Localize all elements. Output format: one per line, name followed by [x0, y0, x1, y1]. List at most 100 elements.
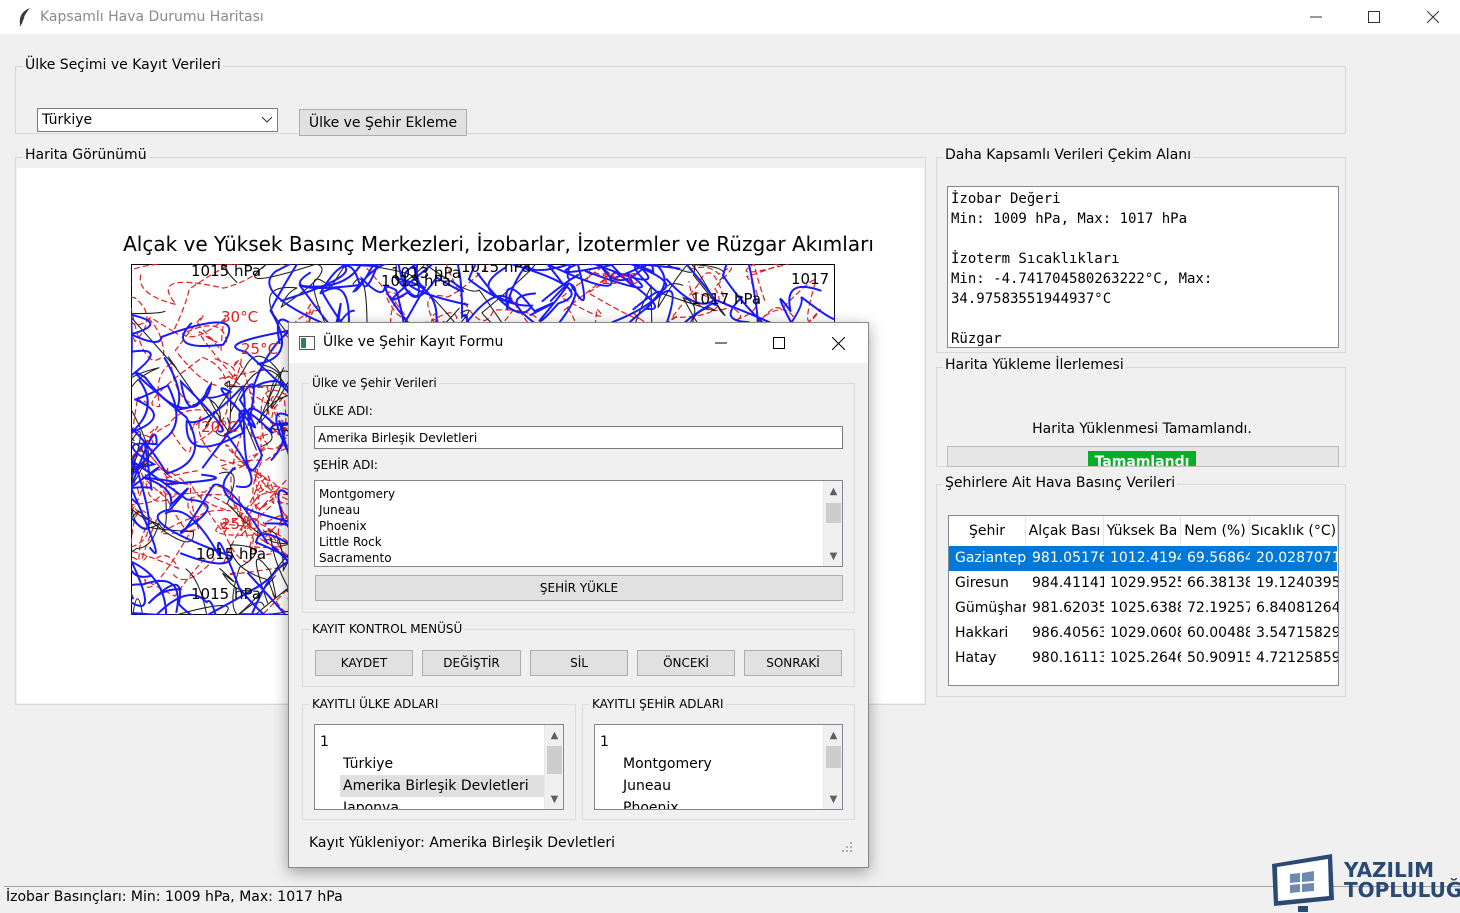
table-cell: Hatay — [955, 650, 997, 666]
resize-grip-icon[interactable] — [841, 841, 853, 853]
country-name-label: ÜLKE ADI: — [313, 404, 373, 418]
close-icon — [831, 336, 845, 350]
list-item[interactable]: Montgomery — [319, 486, 395, 502]
scroll-thumb[interactable] — [547, 746, 562, 774]
progress-status: Harita Yüklenmesi Tamamlandı. — [1032, 421, 1252, 437]
column-header[interactable]: Yüksek Ba — [1104, 516, 1181, 546]
table-row[interactable]: Gümüşhar 981.62035 1025.6388 72.19257 6.8408… — [949, 596, 1338, 621]
column-header[interactable]: Sıcaklık (°C) — [1250, 516, 1338, 546]
table-cell: 984.41141 — [1032, 575, 1104, 591]
scroll-down-icon[interactable]: ▼ — [545, 791, 563, 807]
list-item[interactable]: Juneau — [319, 502, 395, 518]
data-line: İzoterm Sıcaklıkları — [951, 251, 1120, 267]
status-bar-text: İzobar Basınçları: Min: 1009 hPa, Max: 1… — [6, 889, 343, 905]
scroll-thumb[interactable] — [826, 503, 841, 523]
registration-dialog: Ülke ve Şehir Kayıt Formu Ülke ve Şehir … — [288, 322, 869, 868]
saved-countries-scrollbar[interactable]: ▲ ▼ — [544, 725, 563, 809]
add-country-city-button[interactable]: Ülke ve Şehir Ekleme — [299, 109, 467, 136]
dialog-data-frame-label: Ülke ve Şehir Verileri — [310, 376, 439, 390]
status-bar-divider — [4, 886, 1460, 887]
country-name-input[interactable]: Amerika Birleşik Devletleri — [314, 426, 843, 449]
dialog-close-button[interactable] — [818, 331, 858, 355]
pressure-frame-label: Şehirlere Ait Hava Basınç Verileri — [943, 475, 1178, 491]
scroll-down-icon[interactable]: ▼ — [824, 548, 842, 564]
list-item[interactable]: Little Rock — [319, 534, 395, 550]
dialog-title-bar: Ülke ve Şehir Kayıt Formu — [289, 323, 868, 363]
scroll-down-icon[interactable]: ▼ — [824, 791, 842, 807]
maximize-icon — [1368, 11, 1380, 23]
close-button[interactable] — [1410, 4, 1456, 30]
list-item[interactable]: Juneau — [595, 775, 825, 797]
progress-bar-text: Tamamlandı — [1094, 454, 1190, 467]
dialog-title: Ülke ve Şehir Kayıt Formu — [323, 334, 504, 350]
city-listbox-scrollbar[interactable]: ▲ ▼ — [823, 481, 842, 566]
table-row[interactable]: Gaziantep 981.05176 1012.4194 69.56864 20.02… — [949, 546, 1338, 571]
dialog-maximize-button[interactable] — [759, 331, 799, 355]
load-city-button[interactable]: ŞEHİR YÜKLE — [315, 575, 843, 601]
next-button[interactable]: SONRAKİ — [744, 650, 842, 676]
table-cell: 50.90915 — [1187, 650, 1250, 666]
map-annotation: 1015 hPa — [461, 264, 531, 276]
table-cell: 3.547158297 — [1256, 625, 1338, 641]
scroll-up-icon[interactable]: ▲ — [824, 727, 842, 743]
window-icon — [299, 336, 315, 350]
table-cell: 20.02870719 — [1256, 550, 1338, 566]
country-select[interactable]: Türkiye — [37, 108, 278, 132]
table-row[interactable]: Giresun 984.41141 1029.9525 66.38138 19.1240… — [949, 571, 1338, 596]
map-frame-label: Harita Görünümü — [23, 147, 149, 163]
map-annotation: 20°C — [201, 418, 238, 436]
list-item[interactable]: 1 — [595, 731, 825, 753]
table-cell: 1029.0608 — [1110, 625, 1181, 641]
table-cell: 72.19257 — [1187, 600, 1250, 616]
table-cell: 1025.2646 — [1110, 650, 1181, 666]
pressure-table[interactable]: Şehir Alçak Bası Yüksek Ba Nem (%) Sıcaklık … — [948, 515, 1339, 686]
progress-frame-label: Harita Yükleme İlerlemesi — [943, 357, 1126, 373]
minimize-icon — [1310, 16, 1322, 18]
dialog-minimize-button[interactable] — [701, 331, 741, 355]
saved-cities-label: KAYITLI ŞEHİR ADLARI — [590, 697, 726, 711]
scroll-up-icon[interactable]: ▲ — [824, 483, 842, 499]
maximize-button[interactable] — [1351, 4, 1397, 30]
list-item[interactable]: Montgomery — [595, 753, 825, 775]
city-listbox[interactable]: Montgomery Juneau Phoenix Little Rock Sacram… — [314, 480, 843, 567]
list-item[interactable]: Sacramento — [319, 550, 395, 566]
previous-button[interactable]: ÖNCEKİ — [637, 650, 735, 676]
change-button[interactable]: DEĞİŞTİR — [422, 650, 521, 676]
delete-button[interactable]: SİL — [530, 650, 628, 676]
minimize-button[interactable] — [1293, 4, 1339, 30]
scroll-up-icon[interactable]: ▲ — [545, 727, 563, 743]
list-item[interactable]: Japonya — [315, 797, 546, 809]
map-annotation: 15°C — [601, 270, 638, 288]
watermark-line2: TOPLULUĞU — [1344, 878, 1460, 902]
saved-cities-listbox[interactable]: 1 Montgomery Juneau Phoenix ▲ ▼ — [594, 724, 843, 810]
map-annotation: 1017 — [791, 270, 829, 288]
table-cell: 986.40563 — [1032, 625, 1104, 641]
data-line: Rüzgar — [951, 331, 1002, 347]
table-row[interactable]: Hakkari 986.40563 1029.0608 60.00488 3.54715… — [949, 621, 1338, 646]
save-button[interactable]: KAYDET — [315, 650, 413, 676]
close-icon — [1427, 11, 1439, 23]
list-item[interactable]: Türkiye — [315, 753, 546, 775]
list-item[interactable]: 1 — [315, 731, 546, 753]
map-annotation: 1015 hPa — [196, 545, 266, 563]
data-line: İzobar Değeri — [951, 191, 1061, 207]
feather-icon — [19, 8, 30, 27]
data-textbox[interactable]: İzobar Değeri Min: 1009 hPa, Max: 1017 hP… — [947, 186, 1339, 348]
list-item[interactable]: Amerika Birleşik Devletleri — [340, 775, 546, 797]
data-frame-label: Daha Kapsamlı Verileri Çekim Alanı — [943, 147, 1194, 163]
map-annotation: 1015 hPa — [191, 585, 261, 603]
map-annotation: 25°C — [241, 340, 278, 358]
scroll-thumb[interactable] — [826, 746, 841, 768]
column-header[interactable]: Şehir — [949, 516, 1026, 546]
saved-countries-listbox[interactable]: 1 Türkiye Amerika Birleşik Devletleri Japon… — [314, 724, 564, 810]
column-header[interactable]: Nem (%) — [1181, 516, 1250, 546]
list-item[interactable]: Phoenix — [319, 518, 395, 534]
table-cell: 60.00488 — [1187, 625, 1250, 641]
data-line: Min: -4.741704580263222°C, Max: — [951, 271, 1213, 287]
table-row[interactable]: Hatay 980.16113 1025.2646 50.90915 4.7212585… — [949, 646, 1338, 671]
city-name-label: ŞEHİR ADI: — [313, 458, 378, 472]
table-cell: 69.56864 — [1187, 550, 1250, 566]
list-item[interactable]: Phoenix — [595, 797, 825, 809]
saved-cities-scrollbar[interactable]: ▲ ▼ — [823, 725, 842, 809]
column-header[interactable]: Alçak Bası — [1026, 516, 1104, 546]
